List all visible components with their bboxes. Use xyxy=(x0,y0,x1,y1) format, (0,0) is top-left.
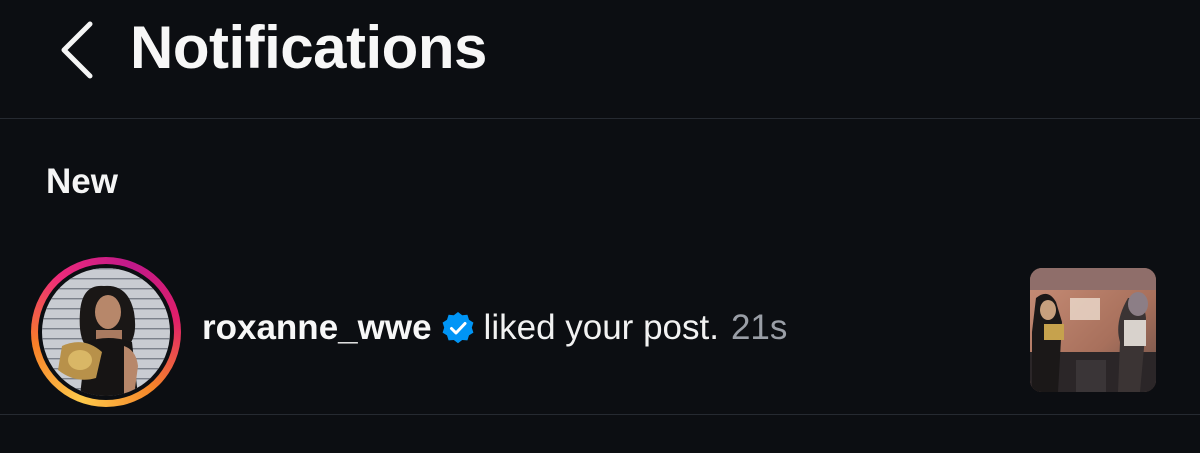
back-button[interactable] xyxy=(52,18,108,82)
notification-row[interactable]: roxanne_wwe liked your post. 21s xyxy=(0,250,1200,410)
avatar-story-ring[interactable] xyxy=(31,257,181,407)
header: Notifications xyxy=(0,0,1200,118)
notification-action: liked your post. xyxy=(483,308,719,347)
avatar xyxy=(42,268,170,396)
post-thumbnail[interactable] xyxy=(1030,268,1156,392)
section-label-new: New xyxy=(46,162,118,201)
username-link[interactable]: roxanne_wwe xyxy=(202,306,432,350)
header-divider xyxy=(0,118,1200,119)
notification-text: roxanne_wwe liked your post. 21s xyxy=(202,306,787,350)
row-divider xyxy=(0,414,1200,415)
notification-time: 21s xyxy=(730,308,788,347)
chevron-left-icon xyxy=(61,21,93,79)
page-title: Notifications xyxy=(130,14,487,81)
verified-badge-icon xyxy=(441,311,475,345)
notifications-screen: Notifications New roxanne_wwe liked your… xyxy=(0,0,1200,453)
